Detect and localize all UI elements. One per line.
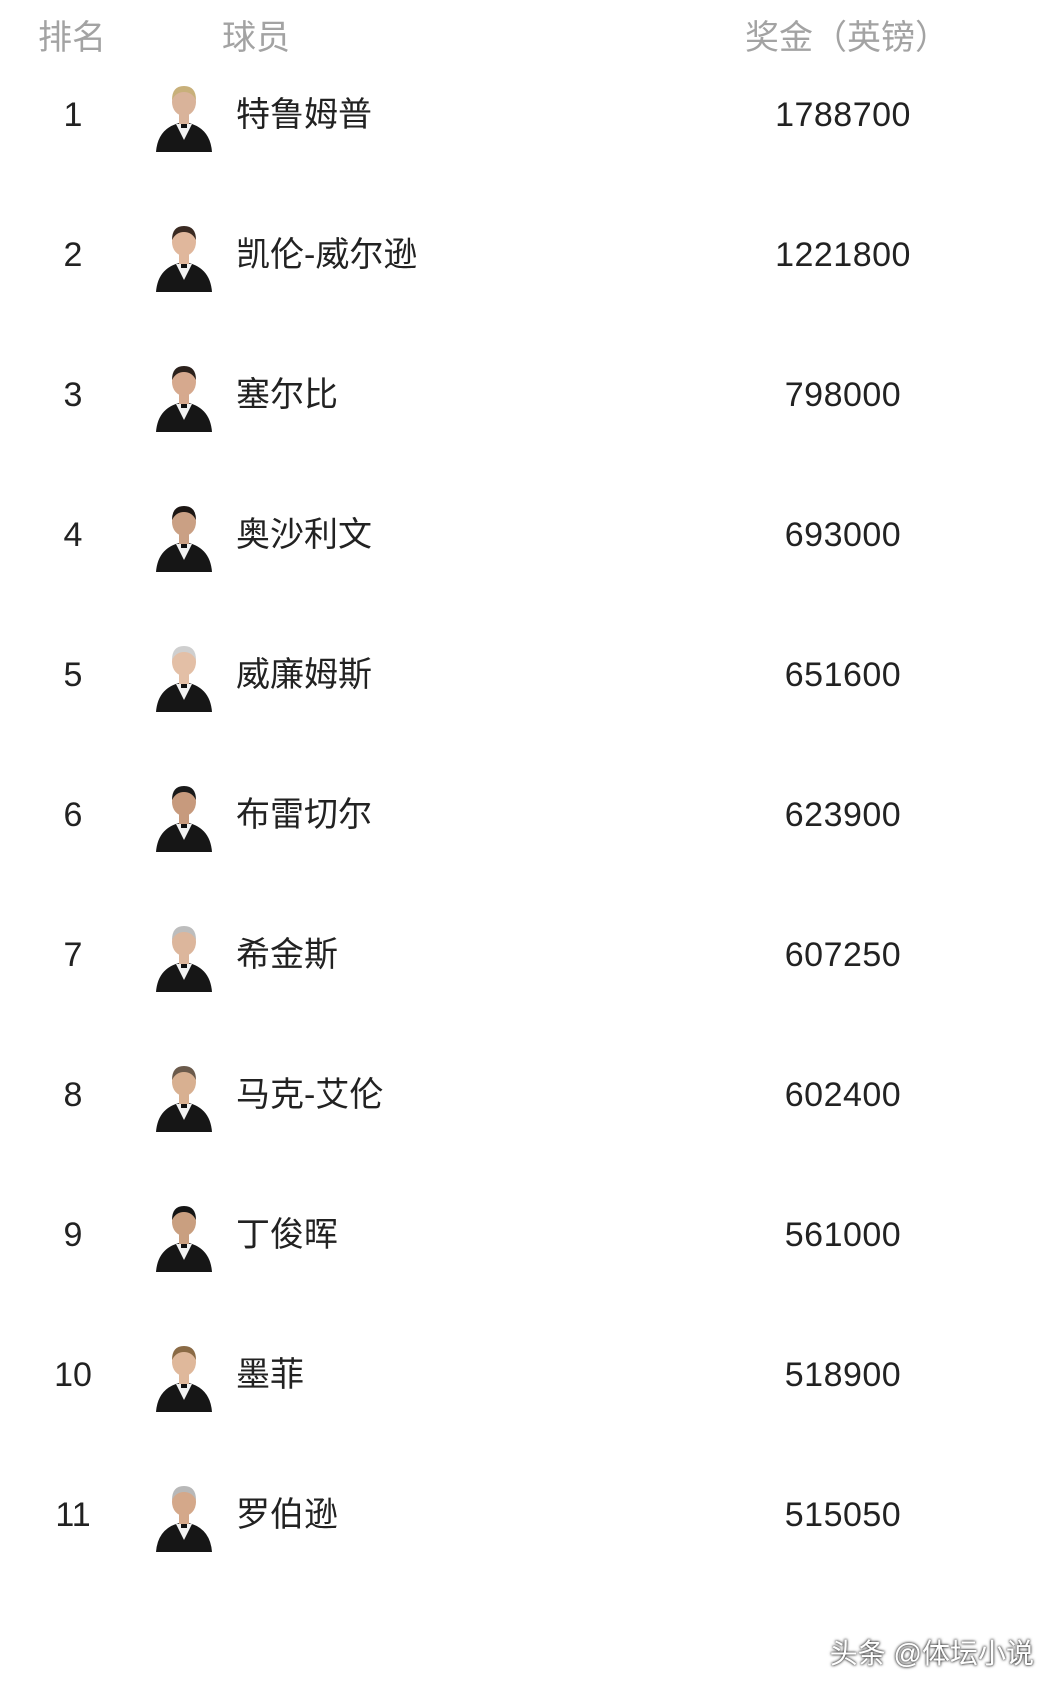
rank-number: 2 [63,236,83,274]
rank-number: 1 [63,96,83,134]
player-photo-icon [148,1200,220,1272]
rank-number: 4 [63,516,83,554]
table-row: 9 丁俊晖 561000 [0,1160,1058,1310]
table-row: 4 奥沙利文 693000 [0,460,1058,610]
player-name: 马克-艾伦 [236,1076,384,1114]
player-name: 希金斯 [236,936,338,974]
player-photo-icon [148,1060,220,1132]
table-row: 6 布雷切尔 623900 [0,740,1058,890]
player-photo-icon [148,640,220,712]
prize-amount: 651600 [784,656,902,694]
player-photo-icon [148,220,220,292]
table-row: 7 希金斯 607250 [0,880,1058,1030]
player-name: 奥沙利文 [236,516,372,554]
prize-amount: 1221800 [775,236,911,274]
table-row: 11 罗伯逊 515050 [0,1440,1058,1590]
player-photo-icon [148,500,220,572]
table-row: 10 墨菲 518900 [0,1300,1058,1450]
watermark: 头条 @体坛小说 [829,1638,1034,1669]
prize-amount: 623900 [784,796,902,834]
player-name: 丁俊晖 [236,1216,338,1254]
rank-number: 6 [63,796,83,834]
table-row: 5 威廉姆斯 651600 [0,600,1058,750]
player-name: 威廉姆斯 [236,656,372,694]
player-photo-icon [148,1480,220,1552]
rank-number: 9 [63,1216,83,1254]
player-name: 特鲁姆普 [236,96,372,134]
player-name: 凯伦-威尔逊 [236,236,418,274]
table-row: 1 特鲁姆普 1788700 [0,40,1058,190]
player-photo-icon [148,1340,220,1412]
rank-number: 7 [63,936,83,974]
player-name: 塞尔比 [236,376,338,414]
prize-amount: 518900 [784,1356,902,1394]
rank-number: 5 [63,656,83,694]
table-row: 8 马克-艾伦 602400 [0,1020,1058,1170]
rank-number: 10 [54,1356,92,1394]
player-name: 墨菲 [236,1356,304,1394]
prize-amount: 798000 [784,376,902,414]
table-row: 2 凯伦-威尔逊 1221800 [0,180,1058,330]
player-name: 罗伯逊 [236,1496,338,1534]
player-photo-icon [148,80,220,152]
prize-amount: 515050 [784,1496,902,1534]
player-name: 布雷切尔 [236,796,372,834]
rank-number: 8 [63,1076,83,1114]
prize-amount: 602400 [784,1076,902,1114]
player-photo-icon [148,780,220,852]
rank-number: 3 [63,376,83,414]
player-photo-icon [148,360,220,432]
rank-number: 11 [55,1496,91,1534]
prize-amount: 607250 [784,936,902,974]
prize-amount: 1788700 [775,96,911,134]
prize-amount: 561000 [784,1216,902,1254]
player-photo-icon [148,920,220,992]
prize-amount: 693000 [784,516,902,554]
table-row: 3 塞尔比 798000 [0,320,1058,470]
